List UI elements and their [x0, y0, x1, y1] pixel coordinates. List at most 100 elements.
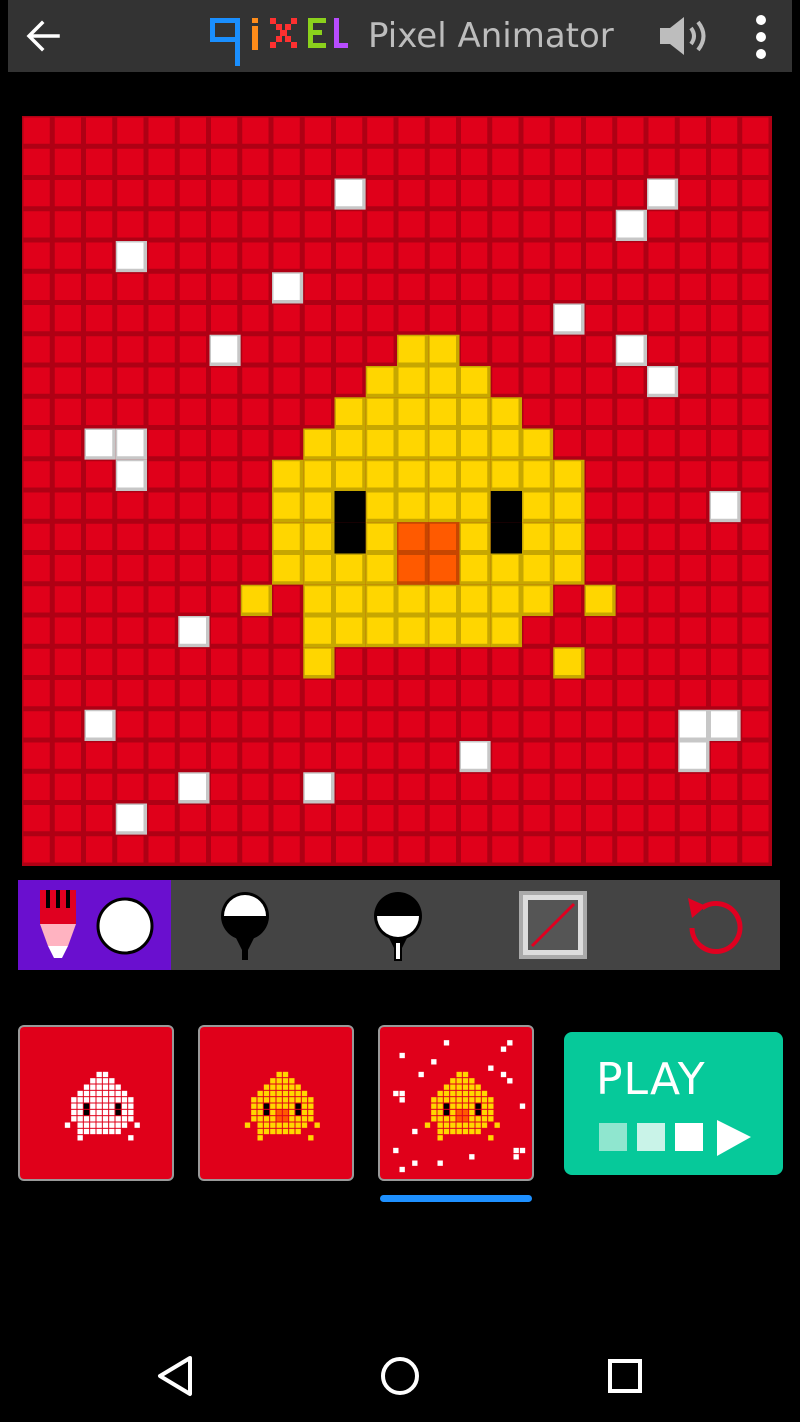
thumb-pixel — [418, 1160, 424, 1166]
thumb-pixel — [58, 1109, 64, 1116]
thumb-pixel — [26, 1078, 33, 1084]
thumb-pixel — [159, 1103, 166, 1109]
current-color-swatch[interactable] — [95, 896, 155, 956]
thumb-pixel — [339, 1109, 346, 1116]
thumb-pixel — [90, 1052, 96, 1059]
pixel-cell-face — [586, 180, 613, 207]
thumb-pixel — [109, 1160, 115, 1166]
frame-thumbnail-2[interactable] — [198, 1025, 354, 1181]
play-button[interactable]: PLAY — [564, 1032, 783, 1175]
thumb-pixel — [513, 1166, 519, 1173]
thumb-pixel — [488, 1141, 494, 1147]
pixel-cell-face — [86, 211, 113, 238]
thumb-pixel — [327, 1103, 333, 1109]
thumb-pixel — [443, 1078, 450, 1084]
pixel-canvas[interactable] — [22, 116, 772, 866]
thumb-pixel — [289, 1160, 295, 1166]
pencil-color-tool[interactable] — [18, 880, 171, 970]
pixel-cell-face — [54, 805, 81, 832]
thumb-pixel — [45, 1071, 52, 1078]
thumb-pixel — [128, 1084, 134, 1090]
thumb-pixel — [26, 1128, 33, 1135]
nav-home-button[interactable] — [376, 1352, 424, 1400]
thumb-pixel — [412, 1046, 418, 1052]
thumb-pixel — [301, 1109, 308, 1116]
thumb-pixel — [219, 1090, 225, 1097]
thumb-pixel — [308, 1046, 314, 1052]
back-button[interactable] — [22, 14, 66, 58]
thumb-pixel — [140, 1166, 147, 1173]
thumb-pixel — [64, 1128, 71, 1135]
thumb-pixel — [39, 1071, 45, 1078]
thumb-pixel — [320, 1166, 327, 1173]
thumb-pixel — [26, 1147, 33, 1154]
thumb-pixel — [456, 1046, 462, 1052]
thumb-pixel — [115, 1103, 121, 1109]
undo-tool[interactable] — [670, 880, 760, 970]
fill-brush-tool[interactable] — [200, 880, 290, 970]
thumb-pixel — [412, 1027, 418, 1033]
thumb-pixel — [219, 1109, 225, 1116]
thumb-pixel — [200, 1173, 206, 1179]
thumb-pixel — [270, 1147, 276, 1154]
thumb-pixel — [257, 1122, 263, 1128]
thumb-pixel — [339, 1059, 346, 1065]
clear-frame-tool[interactable] — [508, 880, 598, 970]
thumb-pixel — [450, 1166, 456, 1173]
thumb-pixel — [232, 1122, 238, 1128]
thumb-pixel — [45, 1166, 52, 1173]
pixel-grid[interactable] — [22, 116, 772, 866]
nav-recents-button[interactable] — [601, 1352, 649, 1400]
thumb-pixel — [52, 1078, 58, 1084]
thumb-pixel — [488, 1097, 494, 1103]
pixel-cell-face — [179, 523, 206, 550]
thumb-pixel — [276, 1033, 282, 1040]
thumb-pixel — [333, 1052, 339, 1059]
thumb-pixel — [500, 1046, 507, 1052]
thumb-pixel — [308, 1147, 314, 1154]
frame-thumbnail-1[interactable] — [18, 1025, 174, 1181]
thumb-pixel — [469, 1147, 475, 1154]
thumb-pixel — [219, 1027, 225, 1033]
thumb-pixel — [462, 1160, 469, 1166]
thumb-pixel — [488, 1173, 494, 1179]
thumb-pixel — [469, 1033, 475, 1040]
thumb-pixel — [424, 1135, 431, 1141]
thumb-pixel — [121, 1052, 128, 1059]
thumb-pixel — [507, 1078, 513, 1084]
thumb-pixel — [327, 1166, 333, 1173]
nav-back-button[interactable] — [152, 1352, 200, 1400]
thumb-pixel — [115, 1122, 121, 1128]
thumb-pixel — [206, 1033, 213, 1040]
thumb-pixel — [481, 1173, 488, 1179]
thumb-pixel — [200, 1135, 206, 1141]
thumb-pixel — [500, 1160, 507, 1166]
thumb-pixel — [232, 1128, 238, 1135]
thumb-pixel — [462, 1116, 469, 1122]
tool-bar — [18, 880, 780, 970]
thumb-pixel — [26, 1109, 33, 1116]
overflow-menu-button[interactable] — [748, 12, 774, 62]
thumb-pixel — [64, 1078, 71, 1084]
thumb-pixel — [327, 1040, 333, 1046]
pixel-cell-face — [398, 617, 425, 644]
frame-thumbnail-3[interactable] — [378, 1025, 534, 1181]
thumb-pixel — [77, 1122, 83, 1128]
thumb-pixel — [405, 1046, 412, 1052]
thumb-pixel — [526, 1173, 532, 1179]
thumb-pixel — [128, 1135, 134, 1141]
thumb-pixel — [405, 1128, 412, 1135]
drip-brush-tool[interactable] — [353, 880, 443, 970]
thumb-pixel — [238, 1154, 244, 1160]
thumb-pixel — [346, 1046, 352, 1052]
pixel-cell-face — [54, 148, 81, 175]
thumb-pixel — [71, 1103, 77, 1109]
pixel-cell-face — [398, 648, 425, 675]
pixel-cell-face — [648, 680, 675, 707]
thumb-pixel — [500, 1135, 507, 1141]
thumb-pixel — [462, 1040, 469, 1046]
pixel-cell-face — [617, 523, 644, 550]
thumb-pixel — [128, 1040, 134, 1046]
pixel-cell-face — [273, 680, 300, 707]
sound-toggle-button[interactable] — [656, 14, 714, 58]
